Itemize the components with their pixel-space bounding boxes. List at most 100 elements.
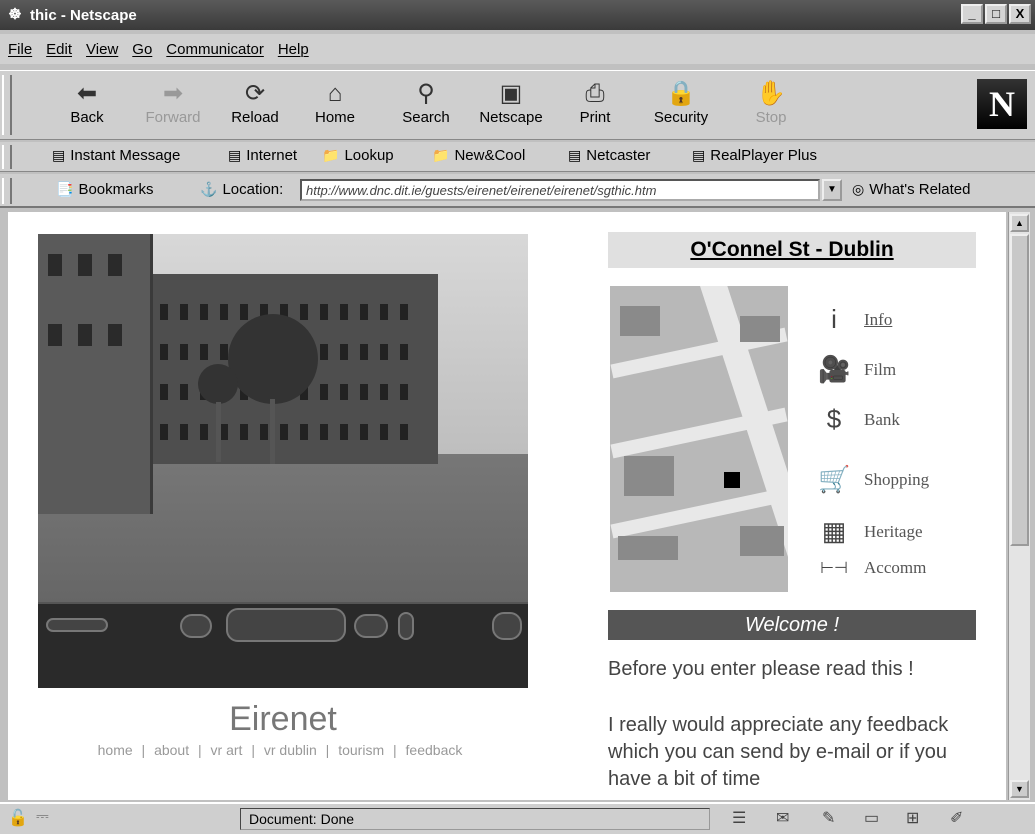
legend-info[interactable]: i Info [818, 304, 892, 335]
personal-item-instant-message[interactable]: ▤ Instant Message [52, 147, 180, 164]
bookmarks-button[interactable]: 📑 Bookmarks [56, 181, 153, 198]
nav-separator: | [251, 742, 255, 758]
search-button[interactable]: ⚲ Search [391, 79, 461, 126]
print-icon: ⎙ [585, 80, 605, 107]
maximize-button[interactable]: □ [985, 4, 1007, 24]
dollar-icon: $ [826, 404, 842, 434]
map-location-marker [724, 472, 740, 488]
site-nav: home | about | vr art | vr dublin | tour… [40, 742, 520, 758]
legend-film[interactable]: 🎥 Film [818, 354, 896, 385]
nav-vr-art-link[interactable]: vr art [211, 742, 243, 758]
page-proxy-icon[interactable]: ⚓ [200, 181, 217, 198]
print-label: Print [579, 109, 611, 126]
lock-icon: 🔒 [666, 80, 696, 107]
address-book-icon[interactable]: ⊞ [906, 808, 919, 828]
menu-file[interactable]: File [8, 41, 32, 58]
vertical-scrollbar[interactable]: ▲ ▼ [1008, 212, 1030, 800]
netscape-logo[interactable]: N [977, 79, 1027, 129]
connection-icon: ⎓ [36, 808, 49, 825]
vr-move-control[interactable] [226, 608, 346, 642]
composer-icon[interactable]: ▭ [864, 808, 879, 828]
forward-arrow-icon: ➡ [162, 80, 184, 107]
nav-about-link[interactable]: about [154, 742, 189, 758]
nav-home-link[interactable]: home [98, 742, 133, 758]
home-button[interactable]: ⌂ Home [300, 79, 370, 126]
personal-item-lookup[interactable]: 📁 Lookup [322, 147, 394, 164]
status-bar: 🔓 ⎓ Document: Done ☰ ✉ ✎ ▭ ⊞ ✐ [0, 802, 1035, 834]
map-block [620, 306, 660, 336]
close-button[interactable]: X [1009, 4, 1031, 24]
discussion-icon[interactable]: ✎ [822, 808, 835, 828]
component-navigator-icon[interactable]: ☰ [732, 808, 746, 828]
legend-heritage[interactable]: ▦ Heritage [818, 516, 923, 547]
vr-rotate-control[interactable] [180, 614, 212, 638]
scroll-down-button[interactable]: ▼ [1010, 780, 1029, 798]
security-lock-icon[interactable]: 🔓 [8, 808, 28, 828]
menu-communicator[interactable]: Communicator [166, 41, 264, 58]
legend-label: Shopping [864, 469, 930, 489]
nav-separator: | [325, 742, 330, 758]
folder-icon: 📁 [432, 147, 450, 163]
menu-go[interactable]: Go [132, 41, 152, 58]
vr-window [48, 324, 62, 346]
personal-item-netcaster[interactable]: ▤ Netcaster [568, 147, 650, 164]
bookmark-page-icon: ▤ [228, 147, 242, 163]
reload-button[interactable]: ⟳ Reload [220, 79, 290, 126]
vr-window [108, 324, 122, 346]
nav-feedback-link[interactable]: feedback [406, 742, 463, 758]
scroll-thumb[interactable] [1010, 234, 1029, 546]
legend-accomm[interactable]: ⊢⊣ Accomm [818, 558, 926, 578]
edit-icon[interactable]: ✐ [950, 808, 963, 828]
legend-label: Heritage [864, 521, 923, 541]
legend-label: Info [864, 309, 893, 329]
vr-view-control[interactable] [398, 612, 414, 640]
print-button[interactable]: ⎙ Print [560, 79, 630, 126]
url-dropdown-button[interactable]: ▼ [822, 179, 842, 201]
window-title: thic - Netscape [30, 6, 137, 24]
map-block [624, 456, 674, 496]
street-map[interactable] [610, 286, 788, 592]
vr-tilt-control[interactable] [354, 614, 388, 638]
nav-tourism-link[interactable]: tourism [338, 742, 384, 758]
forward-button[interactable]: ➡ Forward [138, 79, 208, 126]
reload-icon: ⟳ [244, 80, 266, 107]
nav-vr-dublin-link[interactable]: vr dublin [264, 742, 317, 758]
stop-button[interactable]: ✋ Stop [736, 79, 806, 126]
minimize-button[interactable]: _ [961, 4, 983, 24]
url-input[interactable]: http://www.dnc.dit.ie/guests/eirenet/eir… [300, 179, 820, 201]
personal-item-label: Internet [246, 147, 298, 164]
menu-view[interactable]: View [86, 41, 118, 58]
legend-shopping[interactable]: 🛒 Shopping [818, 464, 929, 495]
netscape-button[interactable]: ▣ Netscape [476, 79, 546, 126]
menu-edit[interactable]: Edit [46, 41, 72, 58]
toolbar-grip[interactable] [2, 75, 12, 135]
personal-item-realplayer[interactable]: ▤ RealPlayer Plus [692, 147, 817, 164]
vr-viewer[interactable] [38, 234, 528, 688]
bookmark-page-icon: ▤ [692, 147, 706, 163]
personal-toolbar-grip[interactable] [2, 145, 12, 169]
legend-bank[interactable]: $ Bank [818, 404, 900, 435]
vr-help-control[interactable] [492, 612, 522, 640]
vr-building-windows [160, 424, 420, 440]
vr-tree-trunk [270, 399, 275, 464]
personal-item-new-cool[interactable]: 📁 New&Cool [432, 147, 525, 164]
home-label: Home [314, 109, 355, 126]
security-button[interactable]: 🔒 Security [646, 79, 716, 126]
reload-label: Reload [231, 109, 279, 126]
location-toolbar: 📑 Bookmarks ⚓ Location: http://www.dnc.d… [0, 174, 1035, 208]
arrow-down-icon: ▼ [1015, 784, 1024, 794]
street-title[interactable]: O'Connel St - Dublin [608, 232, 976, 268]
nav-separator: | [393, 742, 397, 758]
personal-item-internet[interactable]: ▤ Internet [228, 147, 297, 164]
vr-slider-control[interactable] [46, 618, 108, 632]
arrow-up-icon: ▲ [1015, 218, 1024, 228]
personal-item-label: RealPlayer Plus [710, 147, 817, 164]
whats-related-button[interactable]: ◎ What's Related [852, 181, 970, 198]
mail-icon[interactable]: ✉ [776, 808, 789, 828]
location-toolbar-grip[interactable] [2, 178, 12, 204]
back-button[interactable]: ⬅ Back [52, 79, 122, 126]
scroll-up-button[interactable]: ▲ [1010, 214, 1029, 232]
menu-help[interactable]: Help [278, 41, 309, 58]
home-icon: ⌂ [327, 80, 343, 107]
back-arrow-icon: ⬅ [76, 80, 98, 107]
